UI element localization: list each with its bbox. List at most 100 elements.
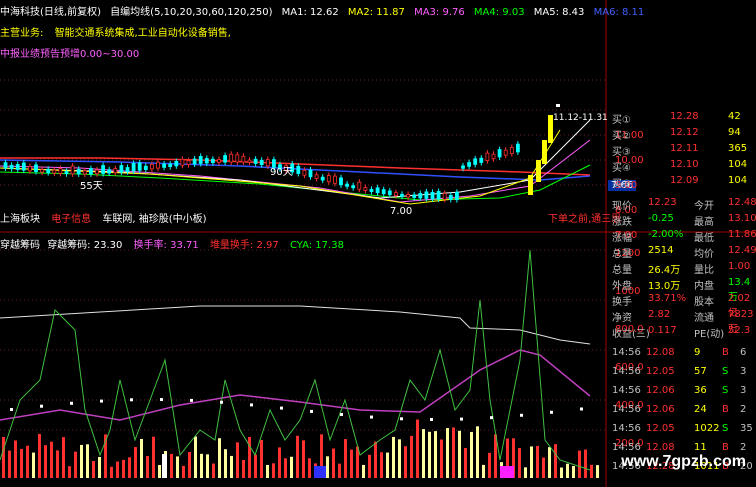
stats-value: 2514: [648, 245, 674, 256]
candle-body: [308, 169, 313, 178]
orderbook-price: 12.11: [670, 143, 699, 154]
volume-bar: [128, 457, 131, 478]
volume-bar: [578, 450, 581, 478]
candle-body: [76, 168, 81, 175]
candle-body: [351, 185, 356, 189]
ind-name: 穿越筹码: [0, 240, 40, 251]
stats-value: 26.4万: [648, 265, 681, 276]
candle-body: [479, 157, 484, 163]
orderbook-row[interactable]: 买② 12.12 94: [610, 126, 756, 142]
candle-body: [192, 158, 197, 165]
rally-candle: [542, 140, 547, 164]
candle-body: [107, 169, 112, 174]
candle-body: [174, 161, 179, 167]
volume-bar: [470, 431, 473, 478]
tick-time: 14:56: [612, 366, 641, 377]
volume-bar: [236, 442, 239, 478]
stats-label: 内盘: [694, 281, 714, 292]
volume-bar: [50, 441, 53, 478]
indicator-dot: [520, 413, 523, 417]
volume-bar: [362, 464, 365, 478]
volume-bar: [428, 431, 431, 478]
volume-bar-blue: [314, 466, 326, 478]
tick-row[interactable]: 14:56 12.08 9 B 6: [610, 346, 756, 362]
candle-body: [101, 165, 105, 174]
volume-bar: [182, 465, 185, 478]
candle-body: [363, 187, 368, 191]
tick-count: 2: [740, 404, 747, 415]
candle-body: [131, 163, 136, 172]
tick-volume: 11: [694, 442, 707, 453]
rally-candle: [536, 160, 541, 182]
candle-body: [326, 175, 331, 183]
volume-bar: [536, 445, 539, 478]
candle-body: [89, 168, 93, 175]
tick-count: 35: [740, 423, 753, 434]
candle-body: [381, 189, 386, 195]
candle-body: [34, 164, 38, 172]
concept-label: 车联网, 袖珍股(中小板): [102, 214, 207, 225]
stats-value: 11.86: [728, 229, 756, 240]
stats-value: -0.25: [648, 213, 674, 224]
earnings-forecast: 中报业绩预告预增0.00~30.00: [0, 49, 140, 60]
volume-bar: [146, 455, 149, 478]
volume-bar: [74, 451, 77, 478]
stock-title: 中海科技(日线,前复权): [0, 7, 101, 18]
stats-value: 12.48: [728, 197, 756, 208]
candle-body: [64, 170, 69, 175]
volume-bar: [170, 453, 173, 478]
candle-body: [516, 143, 520, 153]
volume-bar: [308, 458, 311, 478]
orderbook-row[interactable]: 买① 12.28 42: [610, 110, 756, 126]
volume-bar: [284, 458, 287, 478]
volume-bar: [392, 436, 395, 478]
tick-time: 14:56: [612, 442, 641, 453]
volume-bar: [560, 467, 563, 478]
tick-row[interactable]: 14:56 12.06 24 B 2: [610, 403, 756, 419]
ind-turnover: 换手率: 33.71: [133, 240, 199, 251]
volume-bar: [326, 456, 329, 478]
volume-bar: [476, 426, 479, 478]
stats-label: 涨跌: [612, 217, 632, 228]
candle-body: [461, 165, 465, 169]
volume-bar: [398, 439, 401, 478]
sector-label: 电子信息: [51, 214, 92, 225]
candle-body: [442, 193, 447, 200]
market-label: 上海板块: [0, 214, 40, 225]
candle-body: [210, 158, 215, 164]
candle-body: [70, 165, 75, 175]
volume-bar: [566, 463, 569, 478]
candle-body: [15, 164, 20, 170]
indicator-dot: [280, 406, 283, 410]
tick-row[interactable]: 14:56 12.05 1022 S 35: [610, 422, 756, 438]
volume-bar: [458, 430, 461, 478]
tick-row[interactable]: 14:56 12.06 36 S 3: [610, 384, 756, 400]
volume-bar: [548, 447, 551, 478]
stats-label: 今开: [694, 201, 714, 212]
stats-label: 现价: [612, 201, 632, 212]
candle-body: [143, 165, 148, 170]
volume-bar: [266, 464, 269, 478]
orderbook-label: 买④: [612, 163, 631, 174]
chart-header: 中海科技(日线,前复权) 自编均线(5,10,20,30,60,120,250)…: [0, 3, 650, 18]
stats-value: 33.71%: [648, 293, 687, 304]
volume-bar: [224, 449, 227, 478]
orderbook-row[interactable]: 买④ 12.10 104: [610, 158, 756, 174]
orderbook-row[interactable]: 买⑤ 12.09 104: [610, 174, 756, 190]
indicator-dot: [370, 415, 373, 419]
volume-bar: [44, 445, 47, 478]
stats-row: 现价 12.23 今开 12.48: [610, 196, 756, 212]
volume-bar: [380, 452, 383, 478]
ma6-value: MA6: 8.11: [593, 7, 645, 18]
candle-body: [467, 162, 472, 167]
tick-row[interactable]: 14:56 12.05 57 S 3: [610, 365, 756, 381]
rally-candle: [528, 175, 533, 195]
volume-bar: [374, 441, 377, 478]
orderbook-volume: 104: [728, 159, 748, 170]
candle-body: [58, 168, 63, 174]
orderbook-row[interactable]: 买③ 12.11 365: [610, 142, 756, 158]
tick-price: 12.08: [646, 347, 675, 358]
volume-bar: [14, 440, 17, 478]
volume-bar: [2, 436, 5, 478]
candle-body: [345, 183, 350, 187]
